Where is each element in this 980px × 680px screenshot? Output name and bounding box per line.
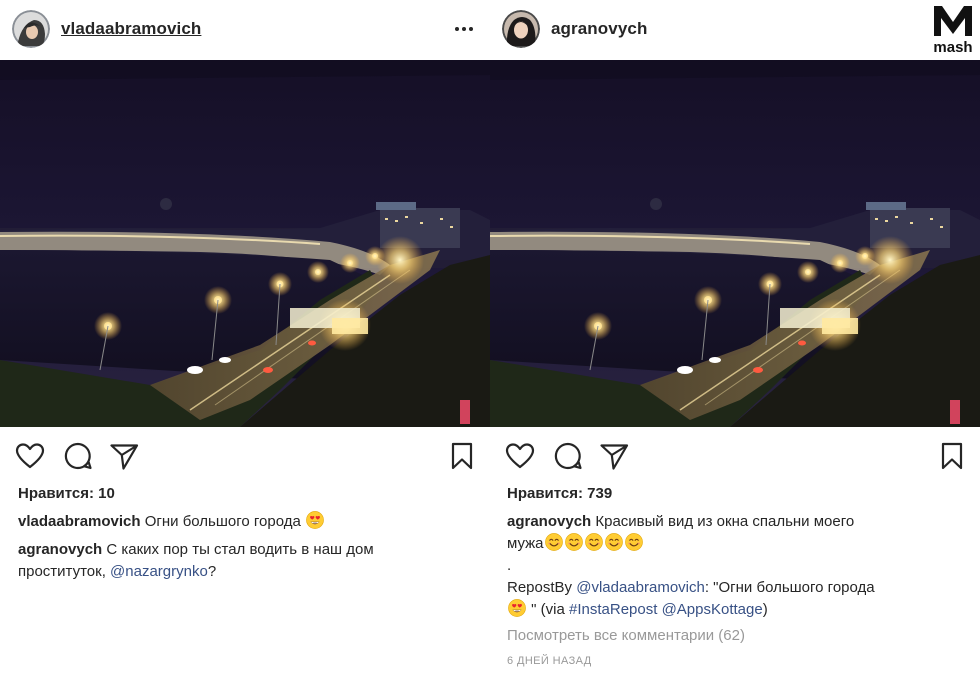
repost-mention-2[interactable]: @AppsKottage [662, 601, 763, 618]
smiling-emoji [585, 533, 603, 551]
comment-icon[interactable] [552, 440, 584, 472]
caption-text: Огни большого города [144, 513, 301, 530]
heart-eyes-emoji [508, 599, 526, 617]
comment-text-line2: проституток, [18, 563, 106, 580]
smiling-emoji [625, 533, 643, 551]
view-all-comments-link[interactable]: Посмотреть все комментарии (62) [507, 627, 745, 644]
likes-count[interactable]: Нравится: 739 [507, 485, 612, 502]
post-caption: agranovych Красивый вид из окна спальни … [507, 511, 967, 577]
post-timestamp: 6 ДНЕЙ НАЗАД [507, 655, 592, 667]
smiling-emoji [545, 533, 563, 551]
more-icon[interactable] [452, 18, 476, 40]
post-photo[interactable] [0, 60, 490, 427]
repost-prefix: RepostBy [507, 579, 573, 596]
action-bar [490, 440, 980, 476]
likes-count[interactable]: Нравится: 10 [18, 485, 115, 502]
heart-eyes-emoji [306, 511, 324, 529]
post-username[interactable]: vladaabramovich [61, 19, 201, 39]
smiling-emoji [605, 533, 623, 551]
share-icon[interactable] [108, 440, 140, 472]
comment-username[interactable]: agranovych [18, 541, 102, 558]
caption-text-line2: мужа [507, 535, 544, 552]
post-photo[interactable] [490, 60, 980, 427]
caption-dot: . [507, 557, 512, 574]
bookmark-icon[interactable] [446, 440, 478, 472]
heart-icon[interactable] [14, 440, 46, 472]
post-header: vladaabramovich [0, 0, 490, 60]
smiling-emoji [565, 533, 583, 551]
caption-username[interactable]: vladaabramovich [18, 513, 141, 530]
repost-credit: RepostBy @vladaabramovich: "Огни большог… [507, 577, 972, 621]
heart-icon[interactable] [504, 440, 536, 472]
left-post: vladaabramovich Нравится: 10 vladaabramo… [0, 0, 490, 680]
post-username[interactable]: agranovych [551, 19, 647, 39]
repost-hashtag[interactable]: #InstaRepost [569, 601, 657, 618]
repost-close: " (via [527, 601, 565, 618]
avatar[interactable] [502, 10, 540, 48]
avatar[interactable] [12, 10, 50, 48]
comment-icon[interactable] [62, 440, 94, 472]
mash-logo: mash [926, 0, 980, 60]
repost-mention[interactable]: @vladaabramovich [576, 579, 705, 596]
repost-end: ) [762, 601, 768, 618]
post-header: agranovych [490, 0, 980, 60]
post-caption: vladaabramovich Огни большого города [18, 511, 478, 533]
repost-quote: : "Огни большого города [704, 579, 875, 596]
comment: agranovych С каких пор ты стал водить в … [18, 539, 478, 583]
comment-mention[interactable]: @nazargrynko [110, 563, 208, 580]
comment-text-line1: С каких пор ты стал водить в наш дом [106, 541, 374, 558]
mash-brand-text: mash [933, 39, 972, 56]
comment-suffix: ? [207, 563, 217, 580]
right-post: agranovych Нравится: 739 agranovych Крас… [490, 0, 980, 680]
bookmark-icon[interactable] [936, 440, 968, 472]
caption-username[interactable]: agranovych [507, 513, 591, 530]
action-bar [0, 440, 490, 476]
share-icon[interactable] [598, 440, 630, 472]
caption-text-line1: Красивый вид из окна спальни моего [595, 513, 855, 530]
